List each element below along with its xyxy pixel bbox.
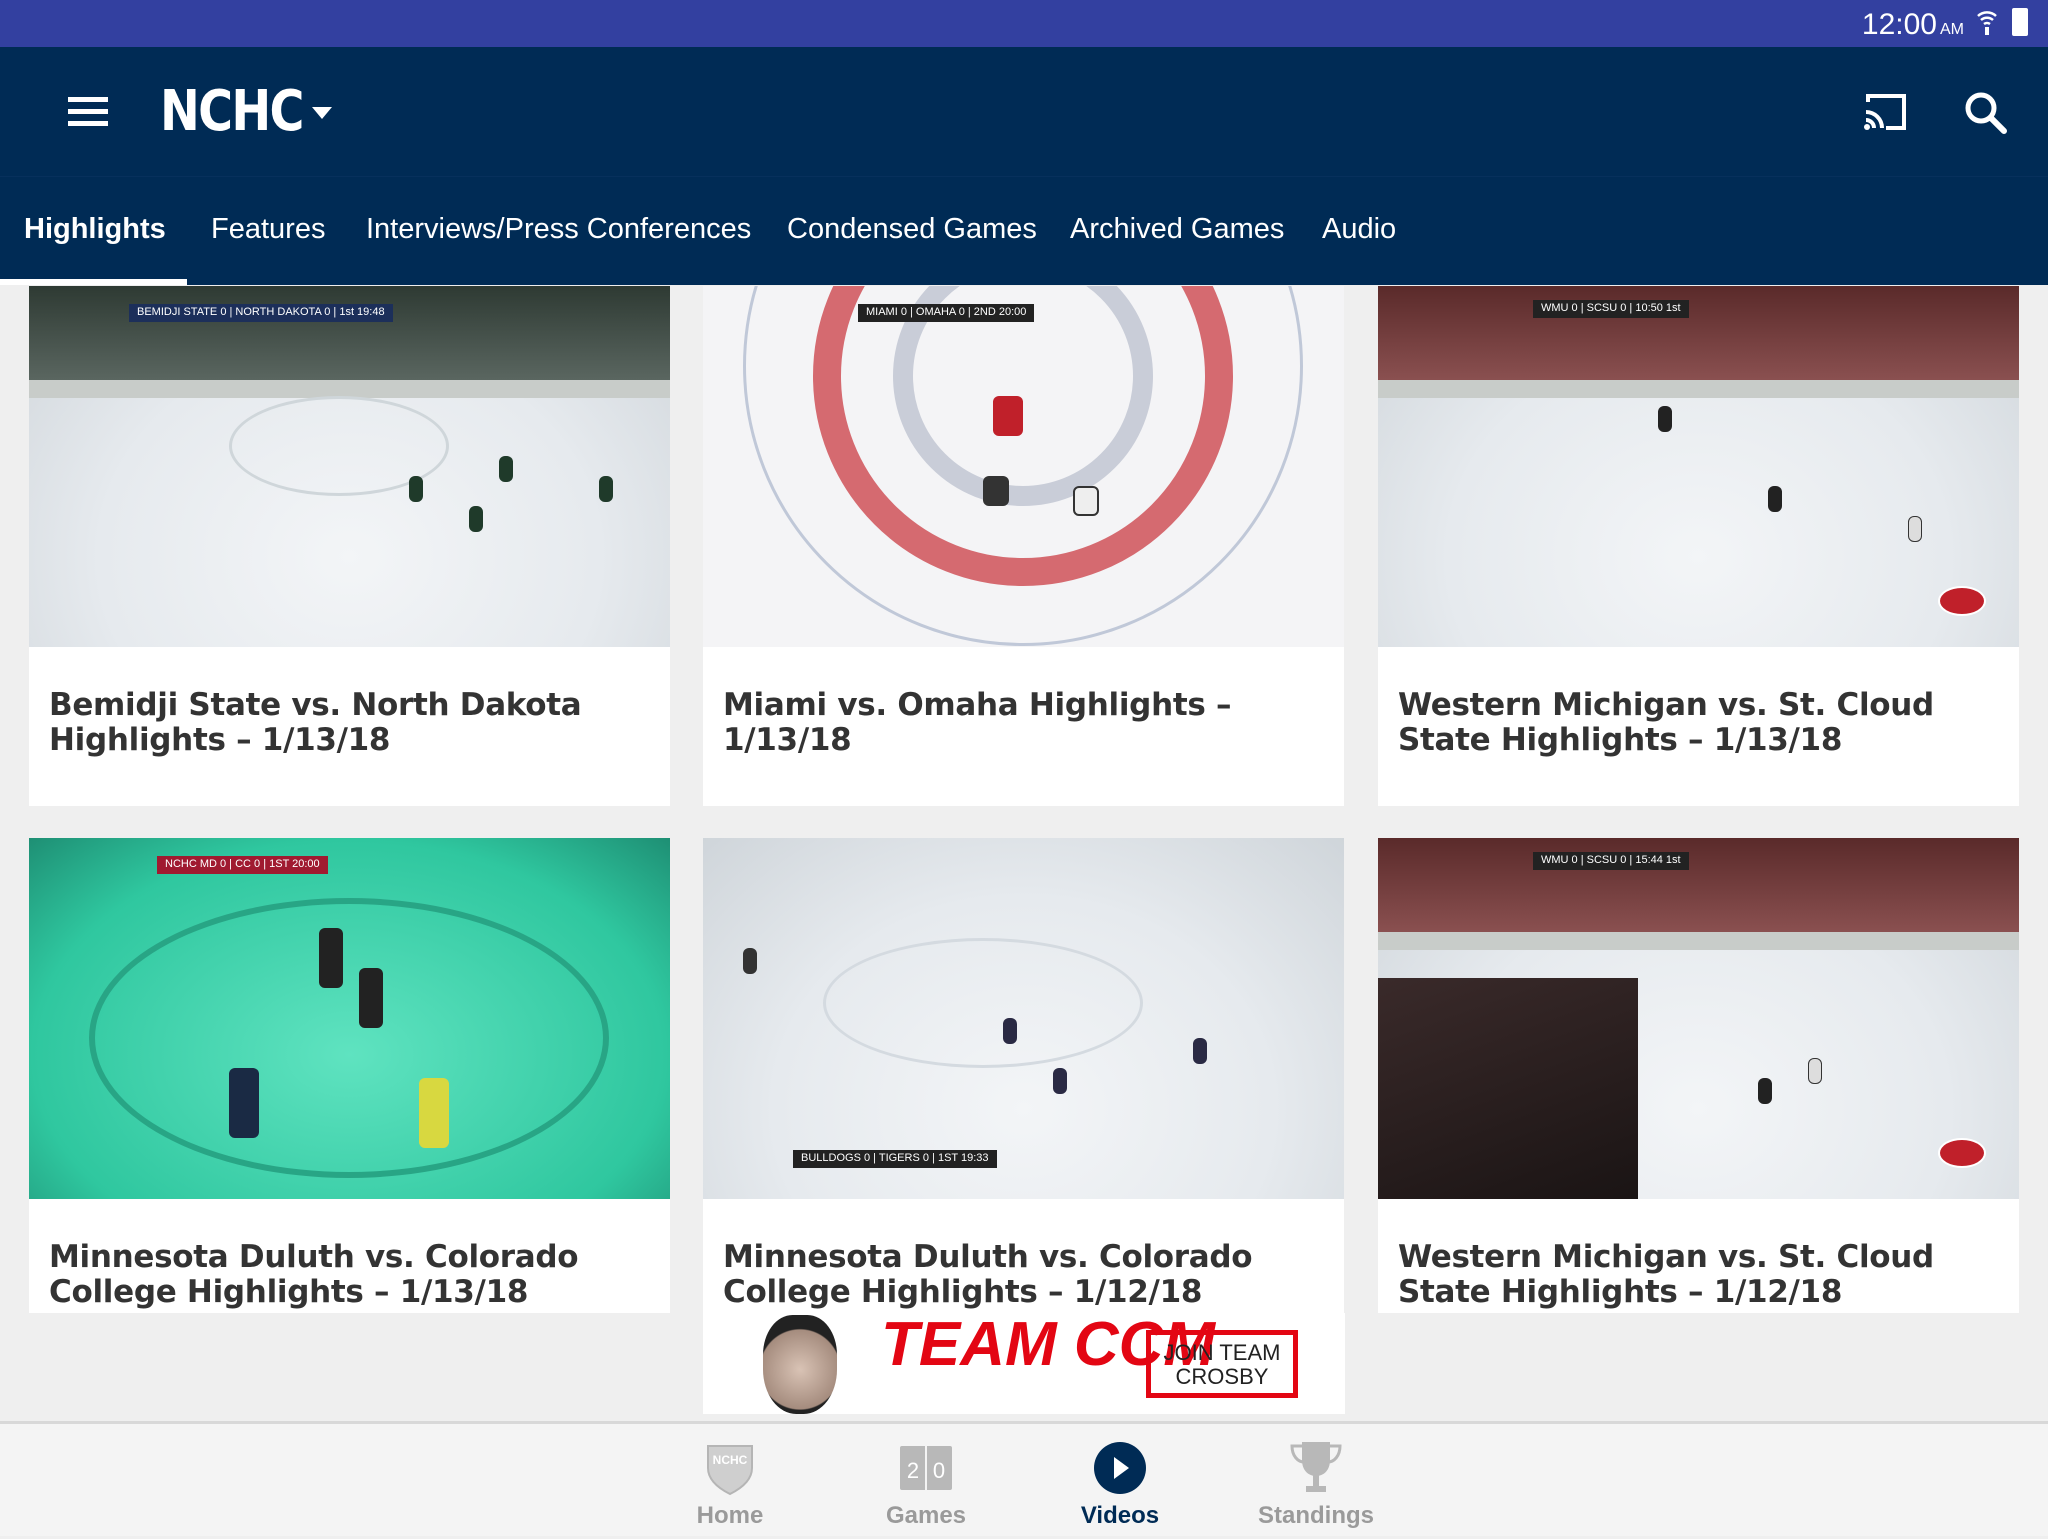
cast-icon[interactable] (1862, 92, 1908, 132)
scoreboard-icon: 20 (900, 1446, 952, 1490)
video-thumbnail[interactable]: NCHC MD 0 | CC 0 | 1ST 20:00 (29, 838, 670, 1199)
svg-text:0: 0 (933, 1458, 945, 1483)
menu-icon[interactable] (68, 97, 108, 127)
video-title[interactable]: Miami vs. Omaha Highlights – 1/13/18 (723, 688, 1336, 758)
bottom-navigation: NCHC Home 20 Games Videos Standings (0, 1421, 2048, 1536)
video-thumbnail[interactable]: BEMIDJI STATE 0 | NORTH DAKOTA 0 | 1st 1… (29, 286, 670, 647)
dropdown-caret-icon[interactable] (312, 107, 332, 119)
nchc-logo[interactable]: NCHC (160, 79, 304, 144)
active-tab-indicator (0, 279, 187, 285)
video-title[interactable]: Western Michigan vs. St. Cloud State Hig… (1398, 688, 2011, 758)
tab-audio[interactable]: Audio (1322, 213, 1396, 246)
nav-standings[interactable]: Standings (1226, 1424, 1406, 1539)
video-card[interactable]: NCHC MD 0 | CC 0 | 1ST 20:00 Minnesota D… (29, 838, 670, 1313)
scoreboard: BULLDOGS 0 | TIGERS 0 | 1ST 19:33 (793, 1150, 997, 1168)
wifi-icon (1977, 11, 1997, 35)
battery-icon (2012, 8, 2028, 36)
tab-features[interactable]: Features (211, 213, 325, 246)
video-card[interactable]: MIAMI 0 | OMAHA 0 | 2ND 20:00 Miami vs. … (703, 286, 1344, 806)
video-card[interactable]: WMU 0 | SCSU 0 | 15:44 1st Western Michi… (1378, 838, 2019, 1313)
nav-videos[interactable]: Videos (1030, 1424, 1210, 1539)
tab-interviews[interactable]: Interviews/Press Conferences (366, 213, 751, 246)
video-thumbnail[interactable]: WMU 0 | SCSU 0 | 10:50 1st (1378, 286, 2019, 647)
nchc-shield-icon: NCHC (707, 1445, 753, 1496)
video-title[interactable]: Bemidji State vs. North Dakota Highlight… (49, 688, 662, 758)
video-card[interactable]: BULLDOGS 0 | TIGERS 0 | 1ST 19:33 Minnes… (703, 838, 1344, 1313)
video-thumbnail[interactable]: MIAMI 0 | OMAHA 0 | 2ND 20:00 (703, 286, 1344, 647)
video-title[interactable]: Minnesota Duluth vs. Colorado College Hi… (49, 1240, 662, 1310)
status-bar: 12:00 AM (0, 0, 2048, 47)
scoreboard: BEMIDJI STATE 0 | NORTH DAKOTA 0 | 1st 1… (129, 304, 393, 322)
nav-games[interactable]: 20 Games (836, 1424, 1016, 1539)
tab-condensed-games[interactable]: Condensed Games (787, 213, 1037, 246)
video-title[interactable]: Western Michigan vs. St. Cloud State Hig… (1398, 1240, 2011, 1310)
ad-banner[interactable]: TEAM CCM JOIN TEAM CROSBY (703, 1313, 1345, 1414)
video-thumbnail[interactable]: WMU 0 | SCSU 0 | 15:44 1st (1378, 838, 2019, 1199)
trophy-icon (1290, 1442, 1342, 1492)
video-thumbnail[interactable]: BULLDOGS 0 | TIGERS 0 | 1ST 19:33 (703, 838, 1344, 1199)
tab-archived-games[interactable]: Archived Games (1070, 213, 1284, 246)
video-card[interactable]: BEMIDJI STATE 0 | NORTH DAKOTA 0 | 1st 1… (29, 286, 670, 806)
ad-cta-button[interactable]: JOIN TEAM CROSBY (1146, 1330, 1298, 1398)
scoreboard: MIAMI 0 | OMAHA 0 | 2ND 20:00 (858, 304, 1035, 322)
video-title[interactable]: Minnesota Duluth vs. Colorado College Hi… (723, 1240, 1336, 1310)
clock: 12:00 AM (1861, 8, 1964, 41)
tab-highlights[interactable]: Highlights (24, 213, 166, 246)
svg-text:NCHC: NCHC (713, 1453, 748, 1467)
app-header: NCHC (0, 47, 2048, 176)
scoreboard: NCHC MD 0 | CC 0 | 1ST 20:00 (157, 856, 328, 874)
scoreboard: WMU 0 | SCSU 0 | 15:44 1st (1533, 852, 1689, 870)
search-icon[interactable] (1962, 89, 2008, 135)
ad-player-photo (763, 1315, 837, 1414)
svg-text:2: 2 (907, 1458, 919, 1483)
video-category-tabs: Highlights Features Interviews/Press Con… (0, 176, 2048, 285)
play-circle-icon (1094, 1442, 1146, 1494)
nav-home[interactable]: NCHC Home (640, 1424, 820, 1539)
video-card[interactable]: WMU 0 | SCSU 0 | 10:50 1st Western Michi… (1378, 286, 2019, 806)
scoreboard: WMU 0 | SCSU 0 | 10:50 1st (1533, 300, 1689, 318)
